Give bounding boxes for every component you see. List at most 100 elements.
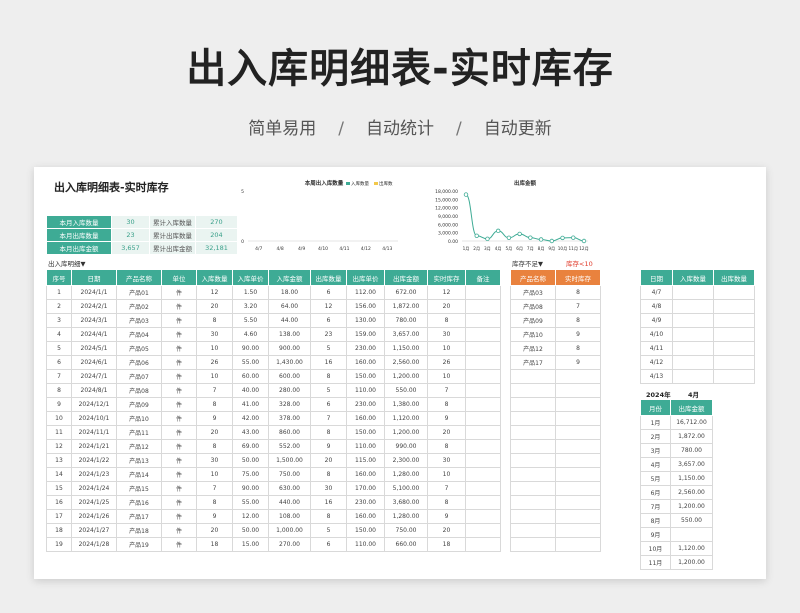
table-cell[interactable]: 1,430.00 <box>268 355 311 370</box>
table-cell[interactable]: 产品12 <box>510 341 556 356</box>
table-cell[interactable]: 2月 <box>640 429 671 444</box>
table-cell[interactable]: 18 <box>427 537 466 552</box>
table-cell[interactable]: 8 <box>310 467 347 482</box>
table-cell[interactable]: 1月 <box>640 415 671 430</box>
table-cell[interactable]: 件 <box>161 383 197 398</box>
table-cell[interactable] <box>465 467 501 482</box>
detail-row[interactable]: 12 2024/1/21 产品12 件 8 69.00 552.00 9 110.00 990.0… <box>46 439 501 454</box>
detail-row[interactable]: 18 2024/1/27 产品18 件 20 50.00 1,000.00 5 150.00 75… <box>46 523 501 538</box>
table-cell[interactable]: 件 <box>161 467 197 482</box>
detail-row[interactable]: 16 2024/1/25 产品16 件 8 55.00 440.00 16 230.00 3,68… <box>46 495 501 510</box>
table-cell[interactable]: 600.00 <box>268 369 311 384</box>
table-cell[interactable]: 产品08 <box>116 383 162 398</box>
table-cell[interactable]: 3.20 <box>232 299 269 314</box>
table-cell[interactable]: 2,300.00 <box>384 453 428 468</box>
table-cell[interactable]: 6 <box>310 313 347 328</box>
table-cell[interactable]: 15.00 <box>232 537 269 552</box>
table-cell[interactable] <box>465 411 501 426</box>
table-cell[interactable]: 件 <box>161 285 197 300</box>
table-cell[interactable]: 20 <box>310 453 347 468</box>
table-cell[interactable]: 产品04 <box>116 327 162 342</box>
table-cell[interactable]: 产品09 <box>116 397 162 412</box>
table-cell[interactable]: 75.00 <box>232 467 269 482</box>
column-header[interactable]: 实时库存 <box>427 269 466 286</box>
table-cell[interactable]: 产品11 <box>116 425 162 440</box>
table-cell[interactable]: 160.00 <box>346 467 385 482</box>
table-cell[interactable]: 件 <box>161 369 197 384</box>
empty-row[interactable] <box>510 369 601 384</box>
table-cell[interactable] <box>555 537 601 552</box>
table-cell[interactable]: 1.50 <box>232 285 269 300</box>
table-cell[interactable]: 30 <box>427 327 466 342</box>
weekly-row[interactable]: 4/9 <box>640 313 755 328</box>
table-cell[interactable]: 1,200.00 <box>670 555 713 570</box>
table-cell[interactable]: 159.00 <box>346 327 385 342</box>
table-cell[interactable]: 108.00 <box>268 509 311 524</box>
table-cell[interactable]: 7 <box>46 369 72 384</box>
table-cell[interactable]: 2024/1/26 <box>71 509 117 524</box>
table-cell[interactable]: 产品13 <box>116 453 162 468</box>
table-cell[interactable]: 10月 <box>640 541 671 556</box>
table-cell[interactable] <box>510 411 556 426</box>
table-cell[interactable]: 50.00 <box>232 523 269 538</box>
table-cell[interactable]: 64.00 <box>268 299 311 314</box>
table-cell[interactable]: 16 <box>310 355 347 370</box>
table-cell[interactable]: 10 <box>427 467 466 482</box>
table-cell[interactable]: 10 <box>427 369 466 384</box>
table-cell[interactable]: 4/10 <box>640 327 673 342</box>
table-cell[interactable]: 产品01 <box>116 285 162 300</box>
empty-row[interactable] <box>510 467 601 482</box>
table-cell[interactable]: 件 <box>161 523 197 538</box>
table-cell[interactable]: 150.00 <box>346 523 385 538</box>
table-cell[interactable]: 4/12 <box>640 355 673 370</box>
table-cell[interactable]: 90.00 <box>232 481 269 496</box>
table-cell[interactable]: 件 <box>161 439 197 454</box>
table-cell[interactable]: 23 <box>310 327 347 342</box>
column-header[interactable]: 单位 <box>161 269 197 286</box>
table-cell[interactable]: 230.00 <box>346 495 385 510</box>
table-cell[interactable] <box>670 527 713 542</box>
monthly-row[interactable]: 1月 16,712.00 <box>640 415 713 430</box>
month-selector[interactable]: 4月 <box>688 389 699 399</box>
table-cell[interactable]: 产品08 <box>510 299 556 314</box>
table-cell[interactable]: 41.00 <box>232 397 269 412</box>
table-cell[interactable] <box>510 425 556 440</box>
table-cell[interactable] <box>510 453 556 468</box>
table-cell[interactable]: 产品07 <box>116 369 162 384</box>
table-cell[interactable] <box>713 285 755 300</box>
table-cell[interactable]: 8 <box>196 397 233 412</box>
table-cell[interactable]: 1,120.00 <box>384 411 428 426</box>
empty-row[interactable] <box>510 383 601 398</box>
table-cell[interactable] <box>465 439 501 454</box>
table-cell[interactable]: 750.00 <box>268 467 311 482</box>
table-cell[interactable]: 5月 <box>640 471 671 486</box>
empty-row[interactable] <box>510 411 601 426</box>
table-cell[interactable]: 9 <box>427 509 466 524</box>
table-cell[interactable]: 件 <box>161 327 197 342</box>
table-cell[interactable]: 8 <box>310 509 347 524</box>
table-cell[interactable]: 1,000.00 <box>268 523 311 538</box>
table-cell[interactable]: 产品02 <box>116 299 162 314</box>
table-cell[interactable]: 2024/1/21 <box>71 439 117 454</box>
table-cell[interactable]: 8 <box>196 313 233 328</box>
empty-row[interactable] <box>510 523 601 538</box>
table-cell[interactable]: 5 <box>310 523 347 538</box>
table-cell[interactable] <box>672 327 714 342</box>
table-cell[interactable]: 20 <box>196 299 233 314</box>
table-cell[interactable]: 16 <box>46 495 72 510</box>
detail-row[interactable]: 9 2024/12/1 产品09 件 8 41.00 328.00 6 230.00 1,380.… <box>46 397 501 412</box>
table-cell[interactable]: 2,560.00 <box>670 485 713 500</box>
table-cell[interactable] <box>510 509 556 524</box>
table-cell[interactable]: 44.00 <box>268 313 311 328</box>
table-cell[interactable]: 378.00 <box>268 411 311 426</box>
table-cell[interactable]: 9 <box>196 509 233 524</box>
table-cell[interactable]: 42.00 <box>232 411 269 426</box>
table-cell[interactable]: 2024/1/23 <box>71 467 117 482</box>
detail-row[interactable]: 19 2024/1/28 产品19 件 18 15.00 270.00 6 110.00 660.… <box>46 537 501 552</box>
table-cell[interactable]: 产品15 <box>116 481 162 496</box>
table-cell[interactable]: 900.00 <box>268 341 311 356</box>
table-cell[interactable]: 780.00 <box>384 313 428 328</box>
column-header[interactable]: 产品名称 <box>510 269 556 286</box>
stock-row[interactable]: 产品12 8 <box>510 341 601 356</box>
table-cell[interactable]: 6 <box>46 355 72 370</box>
